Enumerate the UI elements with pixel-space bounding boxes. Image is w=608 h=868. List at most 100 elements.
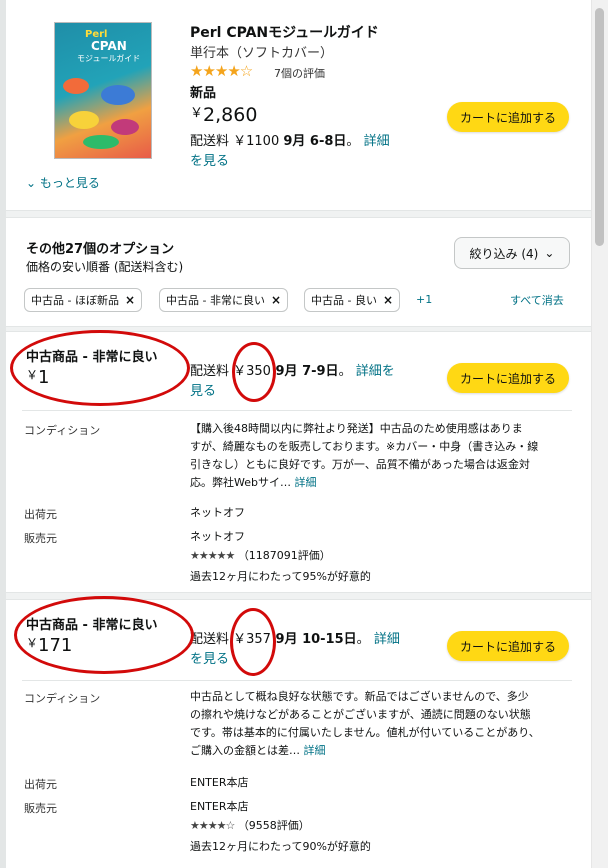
condition-description: 中古品として概ね良好な状態です。新品ではございませんので、多少 の擦れや焼けなど… (190, 688, 570, 760)
condition-text-line: ご購入の金額とは差… (190, 744, 300, 757)
more-filters-count[interactable]: +1 (416, 293, 432, 306)
sort-order-label: 価格の安い順番 (配送料含む) (26, 260, 184, 274)
condition-text-line: の擦れや焼けなどがあることがございますが、通読に問題のない状態 (190, 708, 531, 721)
close-icon[interactable]: × (383, 293, 393, 307)
seller-rating-count: （1187091評価） (237, 549, 331, 562)
offer-price: ￥171 (26, 634, 72, 656)
shipping-punct: 。 (356, 632, 370, 647)
offer-condition: 中古商品 - 非常に良い (26, 350, 158, 365)
price-value: 2,860 (203, 104, 258, 126)
shipping-details-link-cont[interactable]: 見る (190, 384, 216, 399)
offers-panel: Perl CPAN モジュールガイド Perl CPANモジュールガイド 単行本… (6, 0, 592, 868)
condition-text-line: 応。弊社Webサイ… (190, 476, 291, 489)
see-more-label: もっと見る (39, 176, 100, 190)
condition-description: 【購入後48時間以内に弊社より発送】中古品のため使用感はありま すが、綺麗なもの… (190, 420, 570, 492)
row-divider (22, 680, 572, 681)
ships-from-value: ネットオフ (190, 506, 245, 519)
add-to-cart-button[interactable]: カートに追加する (447, 631, 569, 661)
price-value: 1 (38, 367, 50, 388)
shipping-fee: ￥350 (233, 364, 271, 379)
seller-stars-icon: ★★★★★ (190, 549, 235, 562)
condition-text-line: すが、綺麗なものを販売しております。※カバー・中身（書き込み・線 (190, 440, 539, 453)
section-divider (6, 210, 592, 218)
options-title: その他27個のオプション (26, 242, 175, 257)
filter-chip[interactable]: 中古品 - 非常に良い × (159, 288, 289, 312)
ships-from-value: ENTER本店 (190, 776, 249, 789)
cover-fish-shape (111, 119, 139, 135)
shipping-details-link[interactable]: 詳細 (374, 632, 400, 647)
product-condition: 新品 (190, 86, 217, 101)
shipping-details-link-cont[interactable]: を見る (190, 652, 229, 667)
shipping-label: 配送料 (190, 364, 234, 379)
seller-rating-count: （9558評価） (237, 819, 310, 832)
close-icon[interactable]: × (271, 293, 281, 307)
chip-label: 中古品 - 非常に良い (166, 294, 265, 307)
offer-shipping-info: 配送料 ￥350 9月 7-9日。 詳細を 見る (190, 362, 395, 402)
offer-condition: 中古商品 - 非常に良い (26, 618, 158, 633)
currency-symbol: ￥ (26, 368, 39, 382)
scrollbar-thumb[interactable] (595, 8, 604, 246)
ships-from-label: 出荷元 (24, 508, 57, 521)
add-to-cart-button[interactable]: カートに追加する (447, 102, 569, 132)
cover-fish-shape (69, 111, 99, 129)
condition-details-link[interactable]: 詳細 (304, 744, 326, 757)
seller-rating: ★★★★☆ （9558評価） (190, 817, 310, 835)
shipping-details-link[interactable]: 詳細 (364, 134, 390, 149)
seller-positive-feedback: 過去12ヶ月にわたって95%が好意的 (190, 570, 371, 583)
chip-label: 中古品 - 良い (311, 294, 377, 307)
currency-symbol: ￥ (26, 636, 39, 650)
shipping-details-link[interactable]: 詳細を (356, 364, 395, 379)
shipping-fee: ￥357 (233, 632, 271, 647)
vertical-scrollbar[interactable] (591, 0, 608, 868)
seller-positive-feedback: 過去12ヶ月にわたって90%が好意的 (190, 840, 371, 853)
add-to-cart-button[interactable]: カートに追加する (447, 363, 569, 393)
row-divider (22, 410, 572, 411)
condition-details-link[interactable]: 詳細 (294, 476, 316, 489)
condition-label: コンディション (24, 424, 101, 437)
book-cover-image: Perl CPAN モジュールガイド (54, 22, 152, 159)
chip-label: 中古品 - ほぼ新品 (31, 294, 119, 307)
offer-shipping-info: 配送料 ￥357 9月 10-15日。 詳細 を見る (190, 630, 400, 670)
see-more-link[interactable]: ⌄ もっと見る (26, 174, 100, 191)
seller-link[interactable]: ENTER本店 (190, 798, 249, 816)
currency-symbol: ￥ (190, 106, 204, 121)
shipping-details-link-cont[interactable]: を見る (190, 154, 229, 169)
clear-all-link[interactable]: すべて消去 (510, 292, 564, 308)
rating-stars-icon[interactable]: ★★★★☆ (190, 62, 253, 80)
filter-chip[interactable]: 中古品 - 良い × (304, 288, 401, 312)
cover-cpan-text: CPAN (91, 39, 127, 53)
shipping-punct: 。 (338, 364, 352, 379)
shipping-info: 配送料 ￥1100 9月 6-8日。 詳細 を見る (190, 132, 390, 172)
condition-label: コンディション (24, 692, 101, 705)
filter-button[interactable]: 絞り込み (4) ⌄ (454, 237, 570, 269)
section-divider (6, 592, 592, 600)
seller-rating: ★★★★★ （1187091評価） (190, 547, 331, 565)
delivery-date: 9月 7-9日 (270, 364, 339, 379)
seller-link[interactable]: ネットオフ (190, 528, 245, 546)
chevron-down-icon: ⌄ (544, 246, 555, 260)
shipping-fee: 配送料 ￥1100 (190, 134, 280, 149)
price-value: 171 (38, 635, 73, 656)
cover-fish-shape (101, 85, 135, 105)
delivery-date: 9月 6-8日 (283, 134, 347, 149)
offer-price: ￥1 (26, 366, 49, 388)
shipping-punct: 。 (346, 134, 360, 149)
condition-text-line: 中古品として概ね良好な状態です。新品ではございませんので、多少 (190, 690, 529, 703)
section-divider (6, 326, 592, 332)
chevron-down-icon: ⌄ (26, 176, 40, 190)
close-icon[interactable]: × (125, 293, 135, 307)
cover-fish-shape (63, 78, 89, 94)
filter-chip[interactable]: 中古品 - ほぼ新品 × (24, 288, 143, 312)
product-binding: 単行本（ソフトカバー） (190, 46, 334, 61)
ships-from-label: 出荷元 (24, 778, 57, 791)
cover-fish-shape (83, 135, 119, 149)
rating-count[interactable]: 7個の評価 (274, 65, 325, 81)
condition-text-line: 引きなし）ともに良好です。万が一、品質不備があった場合は返金対 (190, 458, 530, 471)
shipping-label: 配送料 (190, 632, 234, 647)
filter-label: 絞り込み (4) (469, 246, 539, 261)
seller-stars-icon: ★★★★☆ (190, 819, 235, 832)
delivery-date: 9月 10-15日 (270, 632, 357, 647)
product-title[interactable]: Perl CPANモジュールガイド (190, 22, 379, 42)
condition-text-line: 【購入後48時間以内に弊社より発送】中古品のため使用感はありま (190, 422, 523, 435)
product-price: ￥2,860 (190, 102, 257, 126)
